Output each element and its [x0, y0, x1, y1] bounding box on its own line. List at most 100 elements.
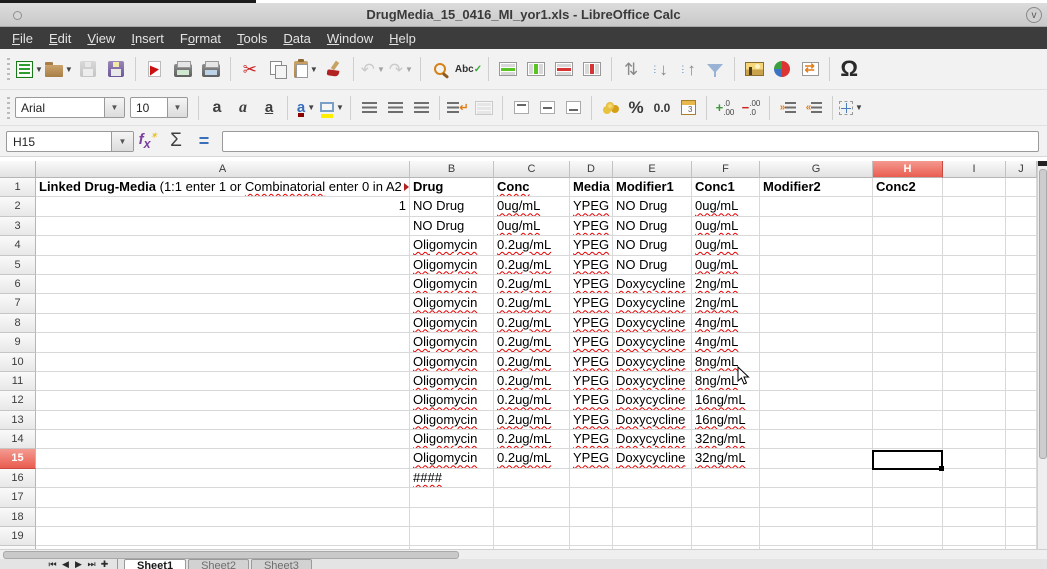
cell-G5[interactable] [760, 256, 873, 275]
row-header-11[interactable]: 11 [0, 372, 36, 391]
name-box[interactable]: H15 ▼ [6, 131, 134, 152]
row-header-5[interactable]: 5 [0, 256, 36, 275]
row-header-15[interactable]: 15 [0, 449, 36, 468]
cell-D6[interactable]: YPEG [570, 275, 613, 294]
cell-I8[interactable] [943, 314, 1006, 333]
special-character-button[interactable]: Ω [836, 55, 862, 83]
cell-H6[interactable] [873, 275, 943, 294]
cell-J9[interactable] [1006, 333, 1037, 352]
cell-C9[interactable]: 0.2ug/mL [494, 333, 570, 352]
cell-E3[interactable]: NO Drug [613, 217, 692, 236]
dropdown-arrow-icon[interactable]: ▼ [405, 65, 413, 74]
print-button[interactable] [170, 55, 196, 83]
cell-F15[interactable]: 32ng/mL [692, 449, 760, 468]
cell-H10[interactable] [873, 353, 943, 372]
cell-G19[interactable] [760, 527, 873, 546]
cell-C14[interactable]: 0.2ug/mL [494, 430, 570, 449]
cell-D12[interactable]: YPEG [570, 391, 613, 410]
cell-E6[interactable]: Doxycycline [613, 275, 692, 294]
clone-formatting-button[interactable] [321, 55, 347, 83]
cell-G14[interactable] [760, 430, 873, 449]
cell-I4[interactable] [943, 236, 1006, 255]
cell-A14[interactable] [36, 430, 410, 449]
cell-F19[interactable] [692, 527, 760, 546]
cell-C12[interactable]: 0.2ug/mL [494, 391, 570, 410]
dropdown-arrow-icon[interactable]: ▼ [855, 103, 863, 112]
open-button[interactable]: ▼ [45, 55, 73, 83]
cell-F18[interactable] [692, 508, 760, 527]
align-bottom-button[interactable] [561, 96, 585, 120]
cell-H12[interactable] [873, 391, 943, 410]
column-header-J[interactable]: J [1006, 161, 1037, 178]
row-header-17[interactable]: 17 [0, 488, 36, 507]
paste-button[interactable]: ▼ [293, 55, 319, 83]
cell-C2[interactable]: 0ug/mL [494, 197, 570, 216]
cell-J5[interactable] [1006, 256, 1037, 275]
align-left-button[interactable] [357, 96, 381, 120]
cell-H5[interactable] [873, 256, 943, 275]
row-header-12[interactable]: 12 [0, 391, 36, 410]
row-header-13[interactable]: 13 [0, 411, 36, 430]
cell-G1[interactable]: Modifier2 [760, 178, 873, 197]
insert-chart-button[interactable] [769, 55, 795, 83]
cell-D10[interactable]: YPEG [570, 353, 613, 372]
selected-cell-outline[interactable] [872, 450, 943, 470]
bold-button[interactable]: a [205, 96, 229, 120]
cell-D19[interactable] [570, 527, 613, 546]
cell-B9[interactable]: Oligomycin [410, 333, 494, 352]
cell-D18[interactable] [570, 508, 613, 527]
row-header-16[interactable]: 16 [0, 469, 36, 488]
menu-tools[interactable]: Tools [229, 29, 275, 48]
cell-E18[interactable] [613, 508, 692, 527]
row-header-2[interactable]: 2 [0, 197, 36, 216]
align-center-button[interactable] [383, 96, 407, 120]
first-sheet-icon[interactable]: ⏮ [46, 559, 59, 569]
cell-E12[interactable]: Doxycycline [613, 391, 692, 410]
cell-C7[interactable]: 0.2ug/mL [494, 294, 570, 313]
cell-E10[interactable]: Doxycycline [613, 353, 692, 372]
cell-B8[interactable]: Oligomycin [410, 314, 494, 333]
cell-D1[interactable]: Media [570, 178, 613, 197]
cell-H3[interactable] [873, 217, 943, 236]
cell-B14[interactable]: Oligomycin [410, 430, 494, 449]
dropdown-arrow-icon[interactable]: ▼ [35, 65, 43, 74]
font-name-combo[interactable]: Arial▼ [15, 97, 125, 118]
pivot-table-button[interactable] [797, 55, 823, 83]
cell-E2[interactable]: NO Drug [613, 197, 692, 216]
cell-H18[interactable] [873, 508, 943, 527]
add-decimal-button[interactable]: +.0.00 [713, 96, 737, 120]
cell-G18[interactable] [760, 508, 873, 527]
fill-handle[interactable] [939, 466, 944, 471]
cell-J4[interactable] [1006, 236, 1037, 255]
cell-A1[interactable]: Linked Drug-Media (1:1 enter 1 or Combin… [36, 178, 410, 197]
cell-A9[interactable] [36, 333, 410, 352]
cell-D2[interactable]: YPEG [570, 197, 613, 216]
find-replace-button[interactable] [427, 55, 453, 83]
cell-G4[interactable] [760, 236, 873, 255]
cell-A12[interactable] [36, 391, 410, 410]
cell-B19[interactable] [410, 527, 494, 546]
wrap-text-button[interactable]: ↵ [446, 96, 470, 120]
cell-I7[interactable] [943, 294, 1006, 313]
cell-B4[interactable]: Oligomycin [410, 236, 494, 255]
cell-J14[interactable] [1006, 430, 1037, 449]
cell-G11[interactable] [760, 372, 873, 391]
cell-I18[interactable] [943, 508, 1006, 527]
menu-format[interactable]: Format [172, 29, 229, 48]
menu-help[interactable]: Help [381, 29, 424, 48]
column-header-I[interactable]: I [943, 161, 1006, 178]
cell-B3[interactable]: NO Drug [410, 217, 494, 236]
vertical-scrollbar-thumb[interactable] [1039, 169, 1047, 459]
percent-button[interactable]: % [624, 96, 648, 120]
cell-F7[interactable]: 2ng/mL [692, 294, 760, 313]
dropdown-arrow-icon[interactable]: ▼ [377, 65, 385, 74]
cell-E13[interactable]: Doxycycline [613, 411, 692, 430]
cell-E15[interactable]: Doxycycline [613, 449, 692, 468]
cell-E19[interactable] [613, 527, 692, 546]
cell-A5[interactable] [36, 256, 410, 275]
cell-B12[interactable]: Oligomycin [410, 391, 494, 410]
dropdown-arrow-icon[interactable]: ▼ [65, 65, 73, 74]
cell-I6[interactable] [943, 275, 1006, 294]
cell-C19[interactable] [494, 527, 570, 546]
cell-B17[interactable] [410, 488, 494, 507]
